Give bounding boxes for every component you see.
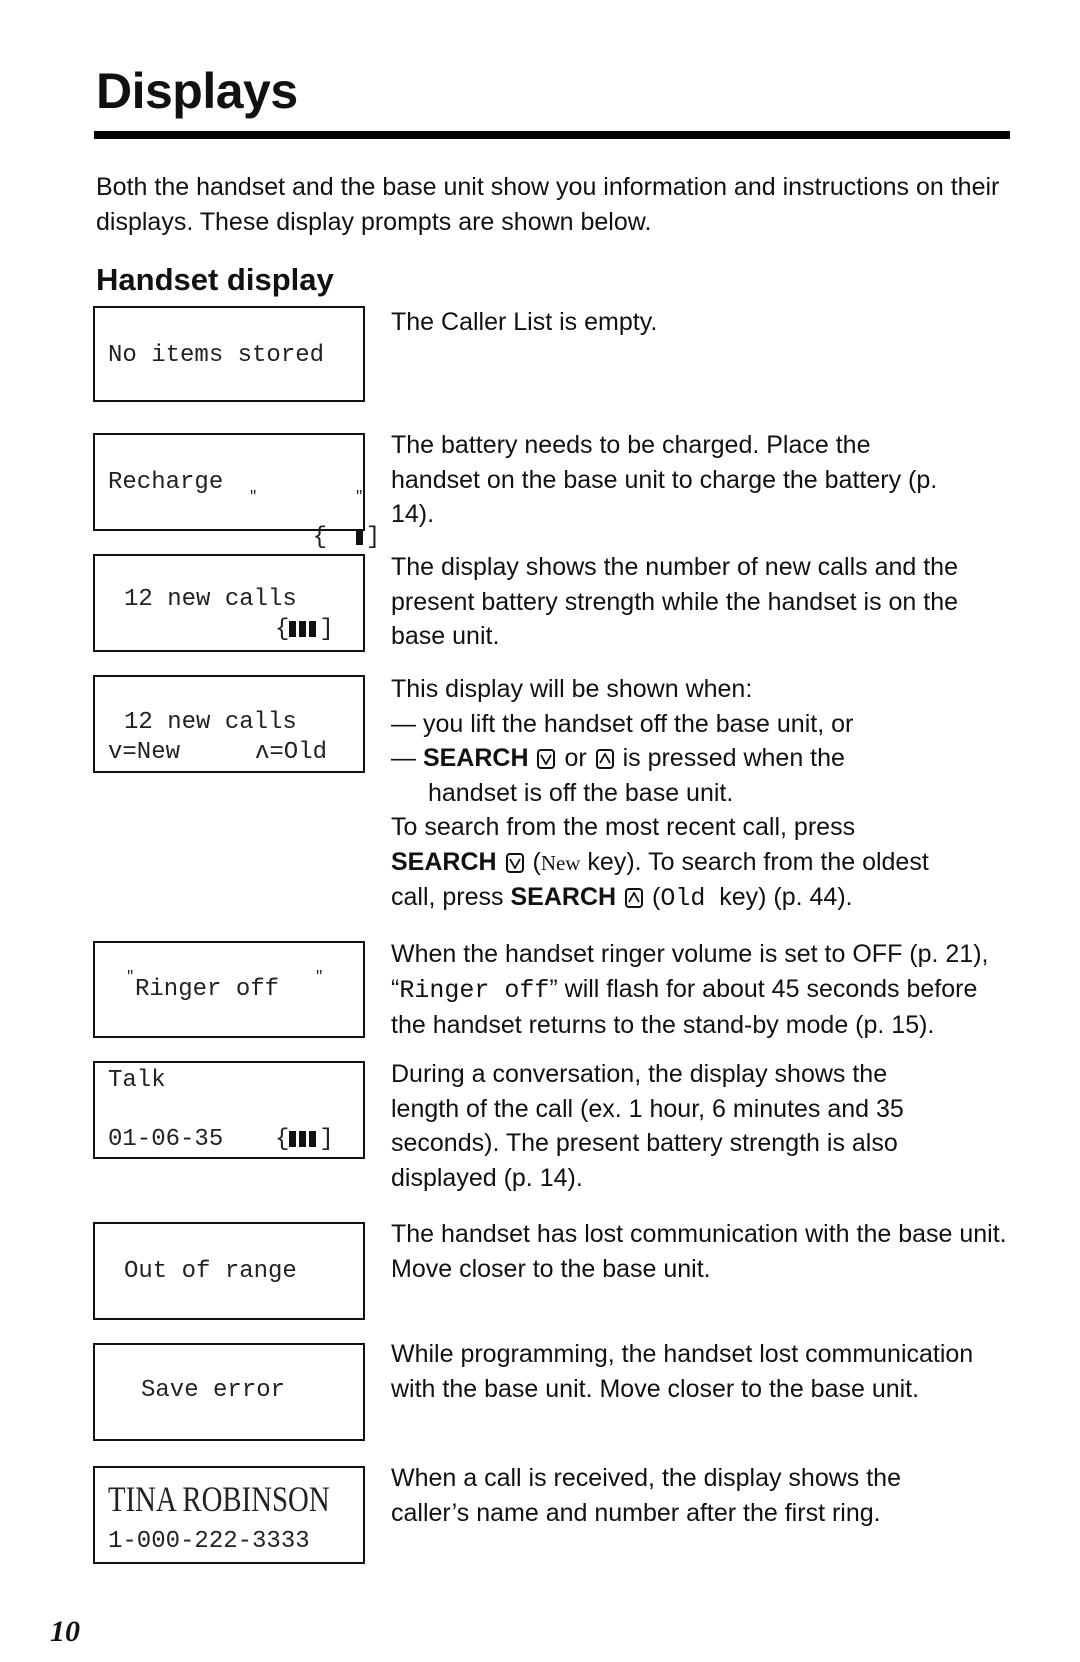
- description-text: When a call is received, the display sho…: [391, 1464, 901, 1527]
- old-key-name: Old: [660, 884, 706, 913]
- flash-mark-icon: ″: [126, 969, 135, 985]
- lcd-caller-id: TINA ROBINSON 1-000-222-3333: [93, 1466, 365, 1564]
- dash: —: [391, 744, 416, 772]
- bullet-text: is pressed when the: [622, 744, 845, 772]
- search-key-label: SEARCH: [391, 847, 497, 876]
- quote: ”: [549, 974, 558, 1003]
- lcd-save-error: Save error: [93, 1343, 365, 1441]
- battery-bar: [309, 621, 317, 637]
- description-text: The display shows the number of new call…: [391, 553, 959, 650]
- description-ringer-off: When the handset ringer volume is set to…: [391, 937, 1031, 1043]
- description-text: call, press: [391, 883, 504, 911]
- bullet-continuation: handset is off the base unit.: [428, 778, 734, 807]
- or-text: or: [564, 744, 587, 772]
- lcd-line: Ringer off: [135, 976, 280, 1003]
- description-no-items: The Caller List is empty.: [391, 305, 1031, 340]
- lcd-talk: Talk 01-06-35 {]: [93, 1061, 365, 1159]
- battery-full-icon: {]: [275, 616, 334, 643]
- lcd-caller-name: TINA ROBINSON: [108, 1479, 330, 1519]
- search-down-key-icon: [505, 852, 524, 873]
- description-recharge: The battery needs to be charged. Place t…: [391, 428, 1031, 532]
- description-talk: During a conversation, the display shows…: [391, 1057, 1031, 1195]
- search-down-key-icon: [537, 749, 556, 769]
- lcd-line: 12 new calls: [124, 709, 297, 736]
- section-heading: Handset display: [96, 262, 334, 297]
- lcd-line-talk: Talk: [108, 1067, 166, 1094]
- description-text: While programming, the handset lost comm…: [391, 1340, 974, 1403]
- lcd-recharge: Recharge ″{ ] ″: [93, 433, 380, 551]
- description-ringer-line: “Ringer off” will flash for about 45 sec…: [391, 972, 1031, 1009]
- lcd-line-timer: 01-06-35: [108, 1126, 224, 1153]
- ringer-off-mono: Ringer off: [399, 975, 550, 1005]
- lcd-caller-number: 1-000-222-3333: [108, 1528, 310, 1555]
- flash-mark-icon: ″: [315, 969, 324, 985]
- description-save-error: While programming, the handset lost comm…: [391, 1337, 1031, 1406]
- search-key-label: SEARCH: [422, 744, 529, 772]
- description-text: The handset has lost communication with …: [391, 1220, 1007, 1283]
- battery-bar: [289, 621, 297, 637]
- lcd-line: No items stored: [108, 342, 325, 369]
- description-new-key-line: SEARCH (New key). To search from the old…: [391, 845, 1031, 881]
- battery-bar: [309, 1131, 317, 1147]
- dash: —: [391, 709, 416, 738]
- description-new-calls-off-base: This display will be shown when: — you l…: [391, 672, 1031, 917]
- lcd-out-of-range: Out of range: [93, 1222, 365, 1320]
- lcd-ringer-off: ″ Ringer off ″: [93, 941, 365, 1038]
- lcd-line-new-key: v=New: [108, 739, 181, 766]
- search-up-key-icon: [625, 888, 644, 908]
- search-key-label: SEARCH: [510, 883, 617, 911]
- battery-bar: [355, 529, 363, 545]
- lcd-line-old-key: ʌ=Old: [255, 739, 328, 766]
- new-key-name: New: [540, 850, 581, 875]
- bullet-search-pressed: — SEARCH or is pressed when the: [391, 741, 1031, 776]
- battery-bar: [289, 1131, 297, 1147]
- bullet-text: you lift the handset off the base unit, …: [422, 709, 854, 738]
- battery-bar: [299, 1131, 307, 1147]
- paren: (: [532, 847, 541, 876]
- page-title: Displays: [96, 63, 298, 119]
- search-up-key-icon: [595, 749, 614, 769]
- description-out-of-range: The handset has lost communication with …: [391, 1217, 1031, 1286]
- description-new-calls-on-base: The display shows the number of new call…: [391, 550, 1031, 654]
- description-text: The Caller List is empty.: [391, 308, 658, 336]
- bullet-lift-handset: — you lift the handset off the base unit…: [391, 707, 1031, 742]
- lcd-no-items-stored: No items stored: [93, 306, 365, 402]
- lcd-new-calls-off-base: 12 new calls v=New ʌ=Old: [93, 675, 365, 773]
- description-text: When the handset ringer volume is set to…: [391, 940, 989, 968]
- description-caller-id: When a call is received, the display sho…: [391, 1461, 1031, 1530]
- lcd-new-calls-on-base: 12 new calls {]: [93, 554, 365, 652]
- intro-paragraph: Both the handset and the base unit show …: [96, 173, 1000, 236]
- lcd-line: Save error: [141, 1377, 286, 1404]
- description-text: key) (p. 44).: [719, 883, 853, 911]
- description-old-key-line: call, press SEARCH (Old key) (p. 44).: [391, 880, 1031, 917]
- battery-full-icon: {]: [275, 1126, 334, 1153]
- page-number: 10: [50, 1615, 80, 1648]
- description-text: the handset returns to the stand-by mode…: [391, 1011, 935, 1039]
- battery-bar: [299, 621, 307, 637]
- description-text: To search from the most recent call, pre…: [391, 813, 856, 841]
- lcd-line: Out of range: [124, 1258, 297, 1285]
- description-text: During a conversation, the display shows…: [391, 1060, 904, 1192]
- description-text: will flash for about 45 seconds before: [564, 974, 978, 1003]
- lcd-line: 12 new calls: [124, 586, 297, 613]
- title-rule: [94, 131, 1010, 139]
- lcd-line: Recharge: [108, 469, 224, 496]
- description-text: key). To search from the oldest: [587, 847, 929, 876]
- description-text: This display will be shown when:: [391, 675, 753, 703]
- description-text: The battery needs to be charged. Place t…: [391, 431, 938, 528]
